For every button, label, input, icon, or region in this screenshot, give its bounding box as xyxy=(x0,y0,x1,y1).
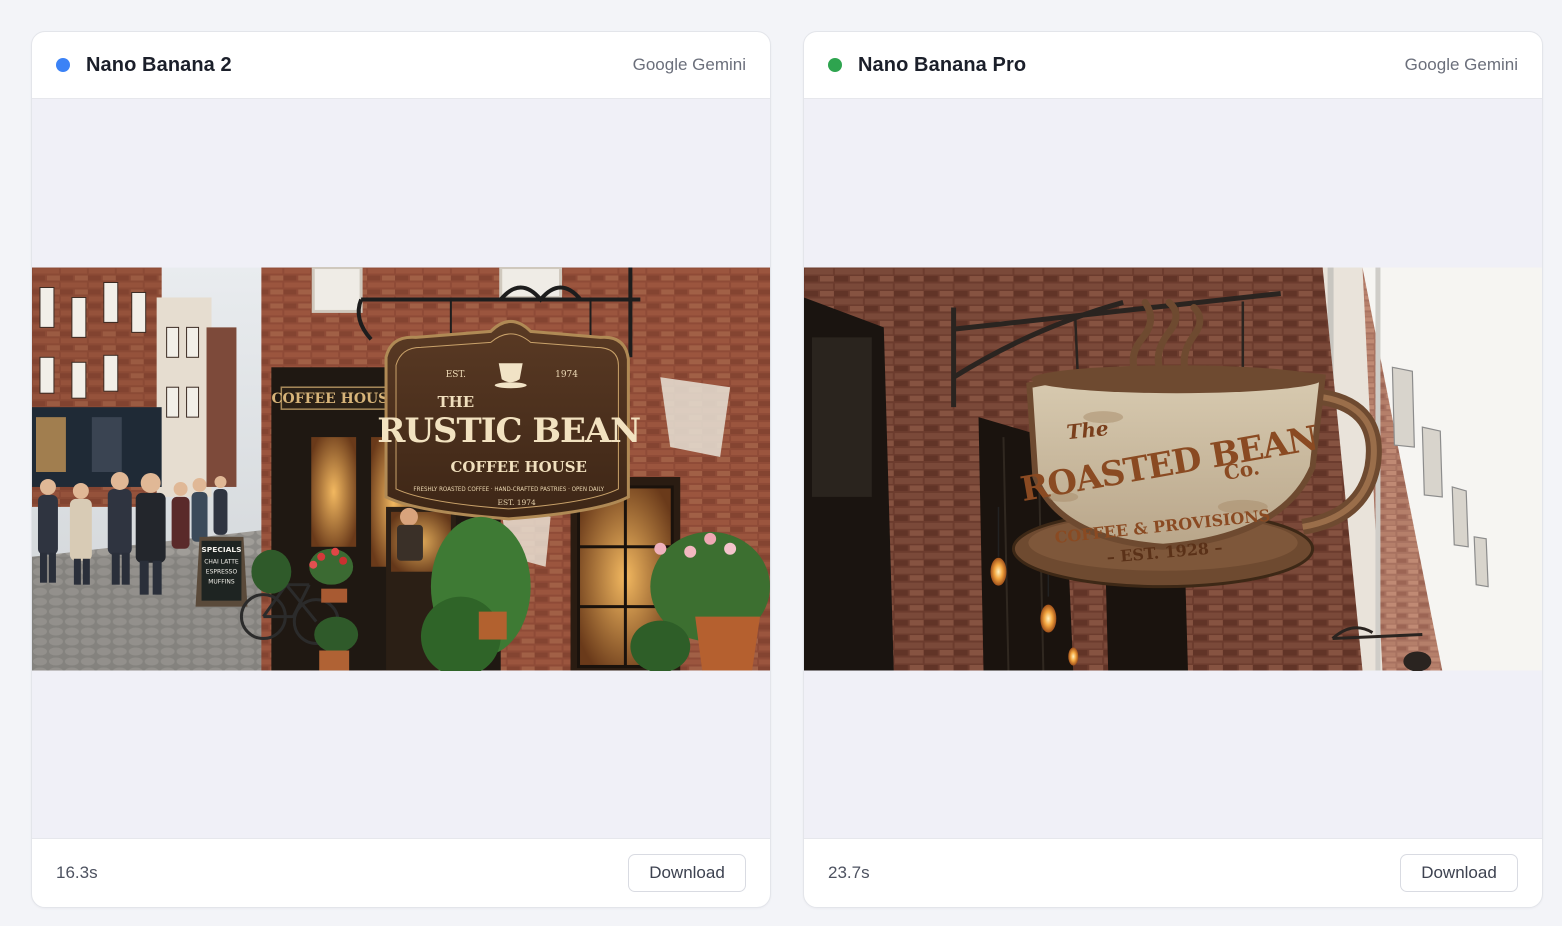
svg-text:The: The xyxy=(1065,415,1109,443)
provider-label: Google Gemini xyxy=(1404,55,1518,74)
svg-text:RUSTIC BEAN: RUSTIC BEAN xyxy=(377,410,640,450)
svg-text:1974: 1974 xyxy=(555,370,578,380)
svg-text:MUFFINS: MUFFINS xyxy=(208,578,235,585)
result-card-nano-banana-pro: Nano Banana Pro Google Gemini The ROASTE… xyxy=(803,31,1543,908)
svg-text:EST. 1974: EST. 1974 xyxy=(498,497,536,506)
chalkboard-sign: SPECIALS CHAI LATTE ESPRESSO MUFFINS xyxy=(195,536,248,607)
image-preview-area: The ROASTED BEAN Co. COFFEE & PROVISIONS… xyxy=(804,99,1542,838)
model-name: Nano Banana 2 xyxy=(86,53,232,76)
comparison-grid: Nano Banana 2 Google Gemini SPECIALS CHA… xyxy=(31,31,1543,908)
model-name: Nano Banana Pro xyxy=(858,53,1027,76)
generated-image[interactable]: SPECIALS CHAI LATTE ESPRESSO MUFFINS COF… xyxy=(32,266,770,671)
generated-image[interactable]: The ROASTED BEAN Co. COFFEE & PROVISIONS… xyxy=(804,267,1542,671)
card-header: Nano Banana Pro Google Gemini xyxy=(804,32,1542,99)
download-button[interactable]: Download xyxy=(628,854,746,892)
result-card-nano-banana-2: Nano Banana 2 Google Gemini SPECIALS CHA… xyxy=(31,31,771,908)
svg-text:FRESHLY ROASTED COFFEE · HAND-: FRESHLY ROASTED COFFEE · HAND-CRAFTED PA… xyxy=(413,485,604,492)
generation-time: 23.7s xyxy=(828,863,870,882)
svg-text:ESPRESSO: ESPRESSO xyxy=(206,568,238,575)
image-preview-area: SPECIALS CHAI LATTE ESPRESSO MUFFINS COF… xyxy=(32,99,770,838)
svg-text:COFFEE HOUSE: COFFEE HOUSE xyxy=(271,391,398,407)
provider-label: Google Gemini xyxy=(632,55,746,74)
status-dot xyxy=(56,58,70,72)
svg-text:CHAI LATTE: CHAI LATTE xyxy=(204,558,239,565)
svg-text:COFFEE HOUSE: COFFEE HOUSE xyxy=(450,457,586,475)
svg-text:THE: THE xyxy=(438,393,475,411)
card-header: Nano Banana 2 Google Gemini xyxy=(32,32,770,99)
status-dot xyxy=(828,58,842,72)
rustic-bean-sign: EST. 1974 THE RUSTIC BEAN COFFEE HOUSE F… xyxy=(377,319,641,520)
svg-text:SPECIALS: SPECIALS xyxy=(201,544,241,553)
download-button[interactable]: Download xyxy=(1400,854,1518,892)
generation-time: 16.3s xyxy=(56,863,98,882)
svg-text:EST.: EST. xyxy=(446,370,466,380)
card-footer: 23.7s Download xyxy=(804,838,1542,907)
card-footer: 16.3s Download xyxy=(32,838,770,907)
